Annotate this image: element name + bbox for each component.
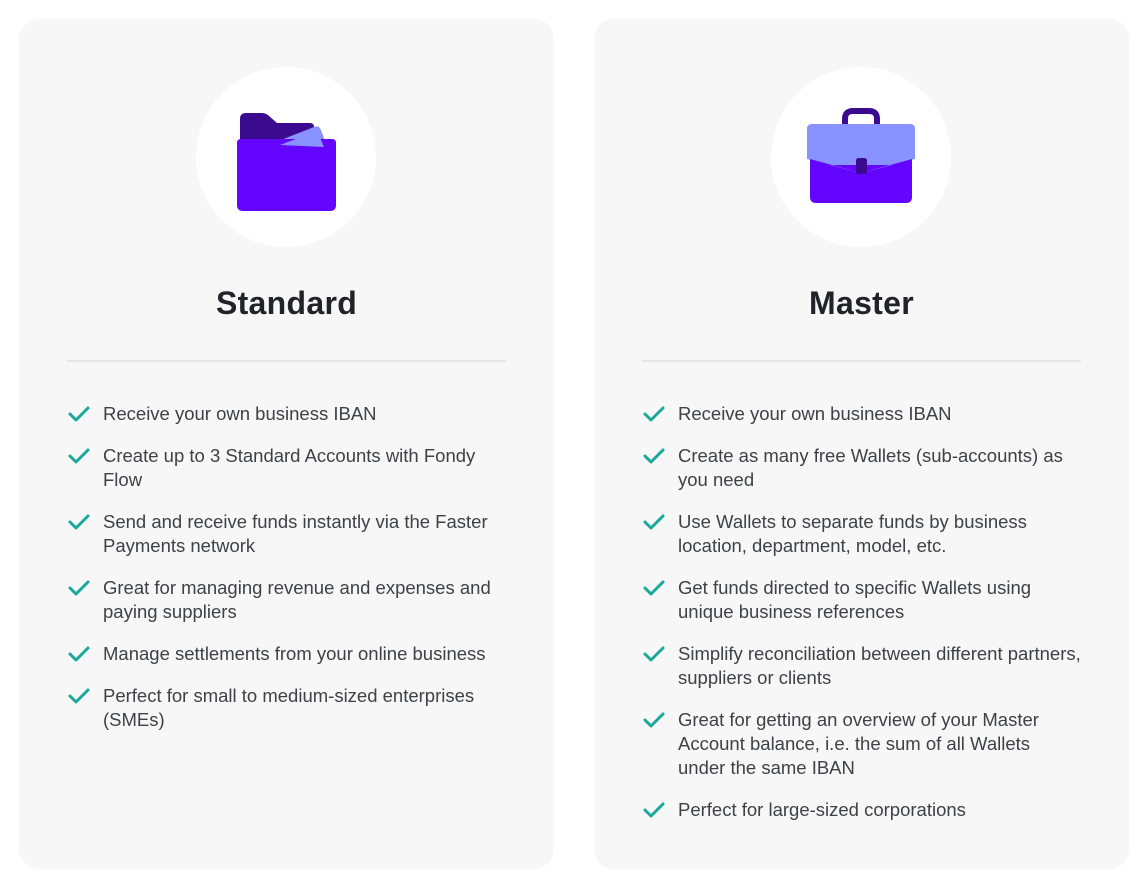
feature-list: Receive your own business IBAN Create up… xyxy=(67,402,507,750)
feature-text: Simplify reconciliation between differen… xyxy=(678,643,1081,688)
check-icon xyxy=(68,406,90,422)
folder-icon xyxy=(237,113,336,211)
plan-card-standard: Standard Receive your own business IBAN … xyxy=(19,19,554,869)
feature-item: Receive your own business IBAN xyxy=(67,402,507,426)
feature-item: Get funds directed to specific Wallets u… xyxy=(642,576,1082,624)
check-icon xyxy=(643,406,665,422)
feature-text: Great for getting an overview of your Ma… xyxy=(678,709,1039,778)
feature-text: Perfect for large-sized corporations xyxy=(678,799,966,820)
feature-item: Perfect for large-sized corporations xyxy=(642,798,1082,822)
feature-text: Get funds directed to specific Wallets u… xyxy=(678,577,1032,622)
check-icon xyxy=(68,646,90,662)
feature-item: Perfect for small to medium-sized enterp… xyxy=(67,684,507,732)
check-icon xyxy=(68,688,90,704)
feature-text: Use Wallets to separate funds by busines… xyxy=(678,511,1027,556)
check-icon xyxy=(643,646,665,662)
check-icon xyxy=(643,580,665,596)
feature-item: Great for getting an overview of your Ma… xyxy=(642,708,1082,780)
check-icon xyxy=(68,514,90,530)
feature-text: Receive your own business IBAN xyxy=(678,403,952,424)
feature-list: Receive your own business IBAN Create as… xyxy=(642,402,1082,840)
feature-text: Great for managing revenue and expenses … xyxy=(103,577,491,622)
plan-title: Master xyxy=(809,285,914,321)
divider xyxy=(642,360,1081,362)
check-icon xyxy=(68,448,90,464)
check-icon xyxy=(643,802,665,818)
feature-item: Simplify reconciliation between differen… xyxy=(642,642,1082,690)
plan-icon-circle xyxy=(196,67,376,247)
feature-text: Manage settlements from your online busi… xyxy=(103,643,486,664)
feature-item: Great for managing revenue and expenses … xyxy=(67,576,507,624)
feature-text: Create up to 3 Standard Accounts with Fo… xyxy=(103,445,476,490)
briefcase-icon xyxy=(807,108,915,203)
plan-title: Standard xyxy=(215,285,358,321)
feature-item: Create as many free Wallets (sub-account… xyxy=(642,444,1082,492)
divider xyxy=(67,360,506,362)
feature-item: Manage settlements from your online busi… xyxy=(67,642,507,666)
feature-item: Create up to 3 Standard Accounts with Fo… xyxy=(67,444,507,492)
plan-icon-circle xyxy=(771,67,951,247)
feature-text: Receive your own business IBAN xyxy=(103,403,377,424)
feature-text: Send and receive funds instantly via the… xyxy=(103,511,488,556)
feature-item: Receive your own business IBAN xyxy=(642,402,1082,426)
check-icon xyxy=(643,448,665,464)
feature-text: Create as many free Wallets (sub-account… xyxy=(678,445,1063,490)
feature-item: Send and receive funds instantly via the… xyxy=(67,510,507,558)
feature-item: Use Wallets to separate funds by busines… xyxy=(642,510,1082,558)
plan-card-master: Master Receive your own business IBAN Cr… xyxy=(594,19,1129,869)
feature-text: Perfect for small to medium-sized enterp… xyxy=(103,685,475,730)
check-icon xyxy=(643,712,665,728)
check-icon xyxy=(643,514,665,530)
check-icon xyxy=(68,580,90,596)
